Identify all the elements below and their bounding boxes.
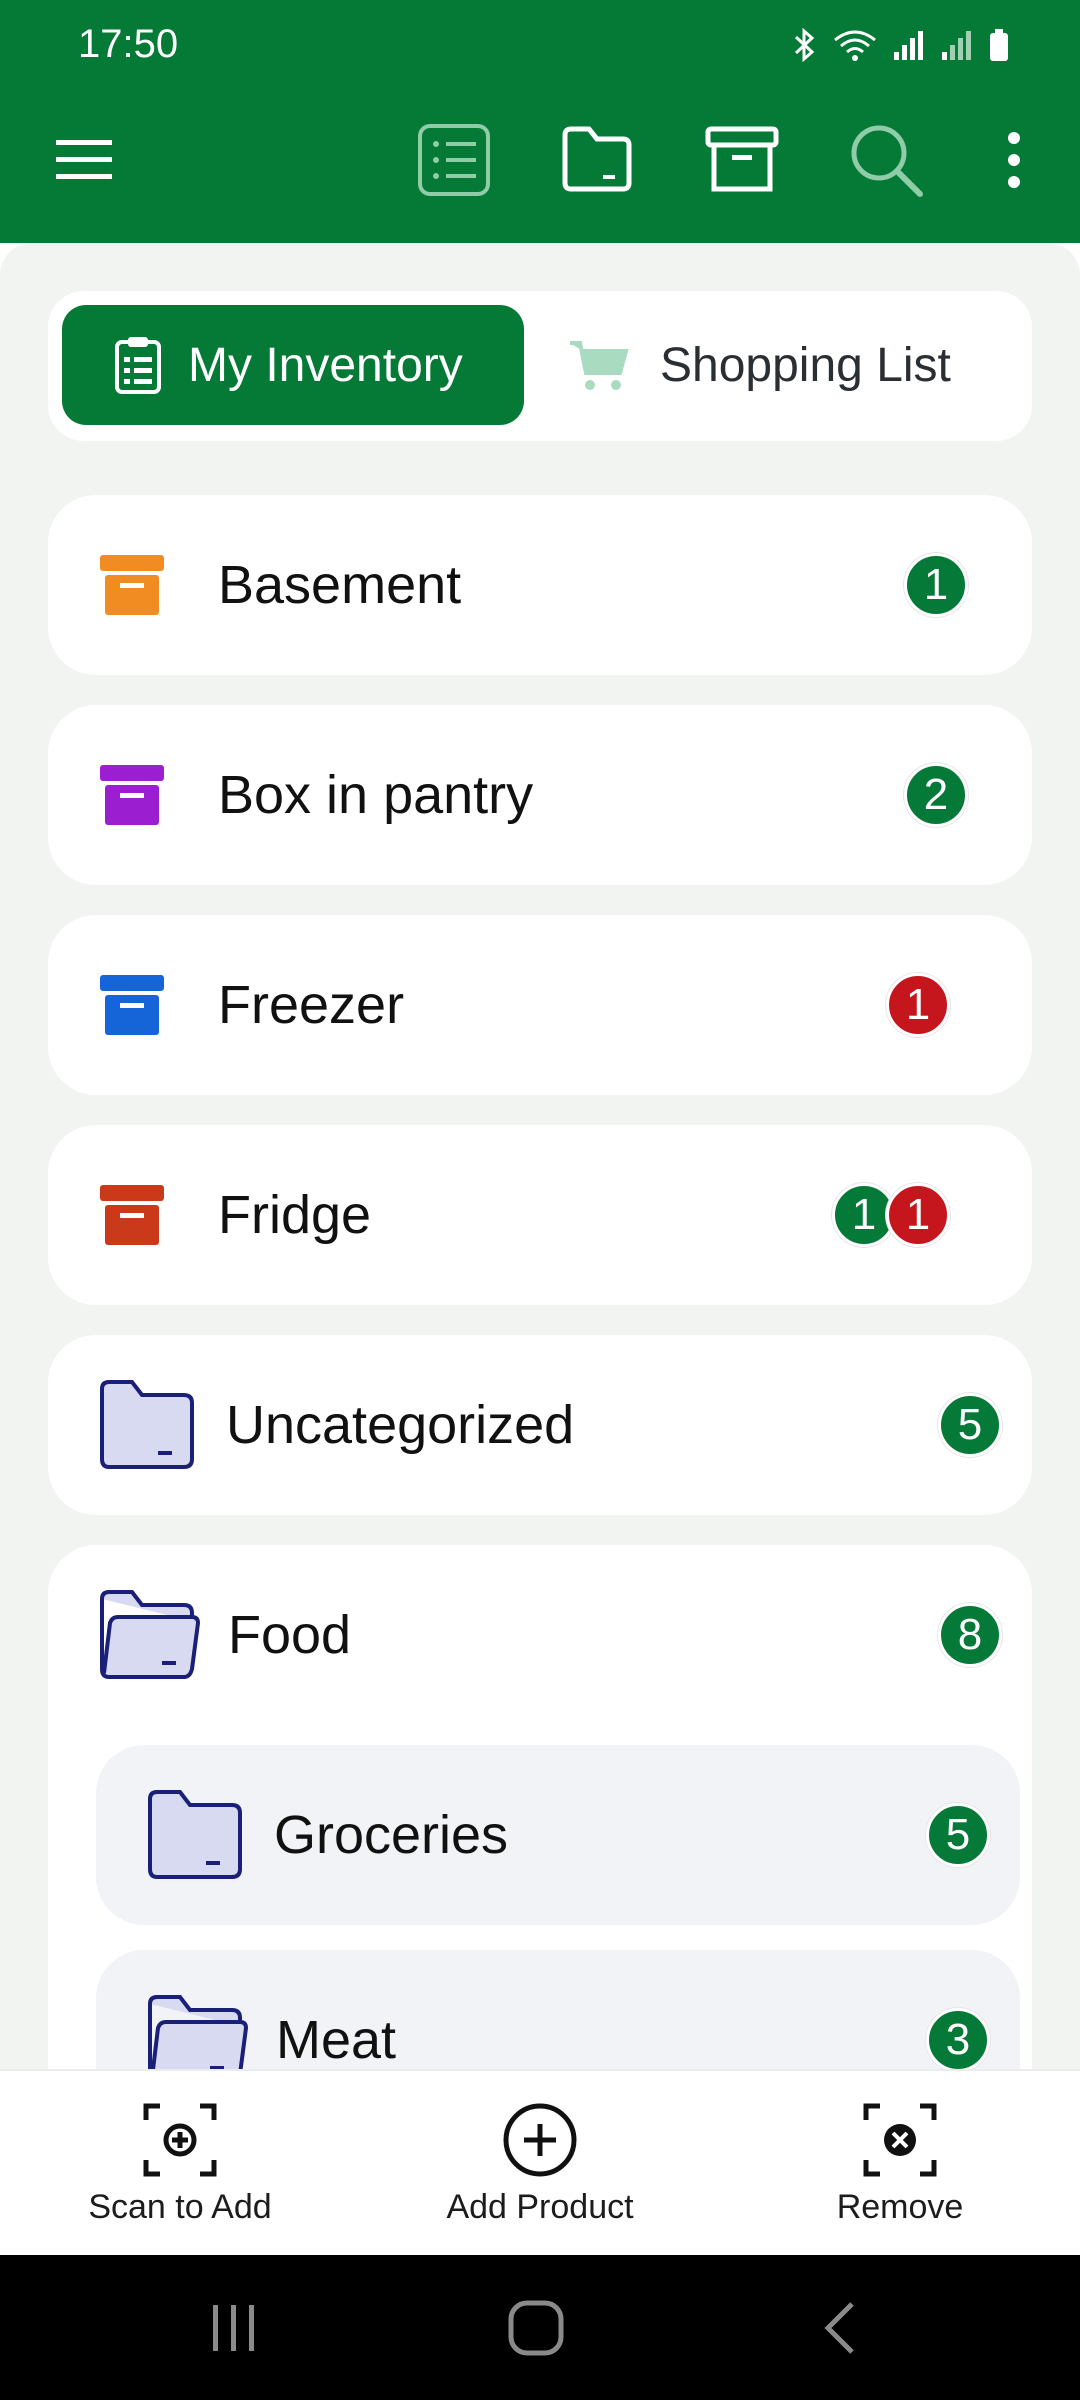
count-badge: 2 xyxy=(904,763,968,827)
location-name: Fridge xyxy=(218,1185,372,1245)
recent-apps-icon xyxy=(213,2305,254,2351)
tab-shopping-list[interactable]: Shopping List xyxy=(568,305,1018,425)
location-button[interactable] xyxy=(694,112,790,208)
scan-remove-icon xyxy=(863,2103,937,2176)
status-icons xyxy=(792,28,1010,62)
expired-badge: 1 xyxy=(886,1183,950,1247)
add-circle-icon xyxy=(503,2103,577,2176)
scan-to-add-button[interactable]: Scan to Add xyxy=(30,2071,330,2257)
toolbar xyxy=(0,100,1080,220)
location-card-basement[interactable]: Basement 1 xyxy=(48,495,1032,675)
folder-icon xyxy=(562,126,632,192)
tab-shopping-list-label: Shopping List xyxy=(660,338,951,392)
search-icon xyxy=(851,125,923,197)
location-card-box-in-pantry[interactable]: Box in pantry 2 xyxy=(48,705,1032,885)
more-options-button[interactable] xyxy=(966,112,1062,208)
expired-badge: 1 xyxy=(886,973,950,1037)
wifi-icon xyxy=(834,30,876,61)
bottom-action-bar: Scan to Add Add Product Remove xyxy=(0,2069,1080,2255)
inventory-list-button[interactable] xyxy=(406,112,502,208)
status-time: 17:50 xyxy=(78,22,179,66)
signal-icon xyxy=(894,31,923,60)
folder-button[interactable] xyxy=(549,112,645,208)
count-badge: 5 xyxy=(938,1393,1002,1457)
add-product-label: Add Product xyxy=(446,2187,634,2226)
location-card-fridge[interactable]: Fridge 1 1 xyxy=(48,1125,1032,1305)
search-button[interactable] xyxy=(838,112,934,208)
home-button[interactable] xyxy=(486,2285,586,2371)
category-name: Food xyxy=(228,1605,352,1665)
remove-button[interactable]: Remove xyxy=(750,2071,1050,2257)
box-icon xyxy=(705,126,779,192)
box-icon xyxy=(100,555,164,615)
subcategory-card-meat[interactable]: Meat 3 xyxy=(96,1950,1020,2069)
box-icon xyxy=(100,975,164,1035)
count-badge: 3 xyxy=(926,2008,990,2069)
menu-icon xyxy=(56,140,112,179)
location-name: Box in pantry xyxy=(218,765,534,825)
location-name: Freezer xyxy=(218,975,405,1035)
count-badge: 5 xyxy=(926,1803,990,1867)
view-switcher: My Inventory Shopping List xyxy=(48,291,1032,441)
clipboard-list-icon xyxy=(115,337,161,394)
scan-to-add-label: Scan to Add xyxy=(88,2187,272,2226)
home-icon xyxy=(508,2300,564,2356)
content-area: My Inventory Shopping List Basement 1 Bo… xyxy=(0,243,1080,2069)
category-name: Uncategorized xyxy=(226,1395,575,1455)
battery-icon xyxy=(990,29,1008,61)
folder-open-icon xyxy=(148,1995,248,2069)
location-card-freezer[interactable]: Freezer 1 xyxy=(48,915,1032,1095)
status-bar: 17:50 xyxy=(0,0,1080,92)
back-button[interactable] xyxy=(790,2285,890,2371)
subcategory-name: Groceries xyxy=(274,1805,509,1865)
recent-apps-button[interactable] xyxy=(184,2285,284,2371)
count-badge: 1 xyxy=(904,553,968,617)
folder-icon xyxy=(100,1380,194,1469)
more-vert-icon xyxy=(1008,132,1020,188)
menu-button[interactable] xyxy=(36,112,132,208)
folder-icon xyxy=(148,1790,242,1879)
cart-icon xyxy=(570,341,629,390)
folder-open-icon xyxy=(100,1590,200,1679)
box-icon xyxy=(100,765,164,825)
location-name: Basement xyxy=(218,555,462,615)
signal-icon xyxy=(942,31,971,60)
tab-my-inventory-label: My Inventory xyxy=(188,338,463,392)
add-product-button[interactable]: Add Product xyxy=(390,2071,690,2257)
count-badge: 8 xyxy=(938,1603,1002,1667)
subcategory-name: Meat xyxy=(276,2010,397,2069)
list-icon xyxy=(418,124,490,196)
box-icon xyxy=(100,1185,164,1245)
remove-label: Remove xyxy=(836,2187,964,2226)
category-card-uncategorized[interactable]: Uncategorized 5 xyxy=(48,1335,1032,1515)
subcategory-card-groceries[interactable]: Groceries 5 xyxy=(96,1745,1020,1925)
category-card-food: Food 8 Groceries 5 Meat 3 xyxy=(48,1545,1032,2069)
back-icon xyxy=(824,2302,854,2354)
bluetooth-icon xyxy=(794,28,815,62)
system-nav-bar xyxy=(0,2255,1080,2400)
app-bar: 17:50 xyxy=(0,0,1080,243)
scan-add-icon xyxy=(143,2103,217,2176)
tab-my-inventory[interactable]: My Inventory xyxy=(62,305,524,425)
category-row-food[interactable]: Food 8 xyxy=(48,1545,1032,1725)
